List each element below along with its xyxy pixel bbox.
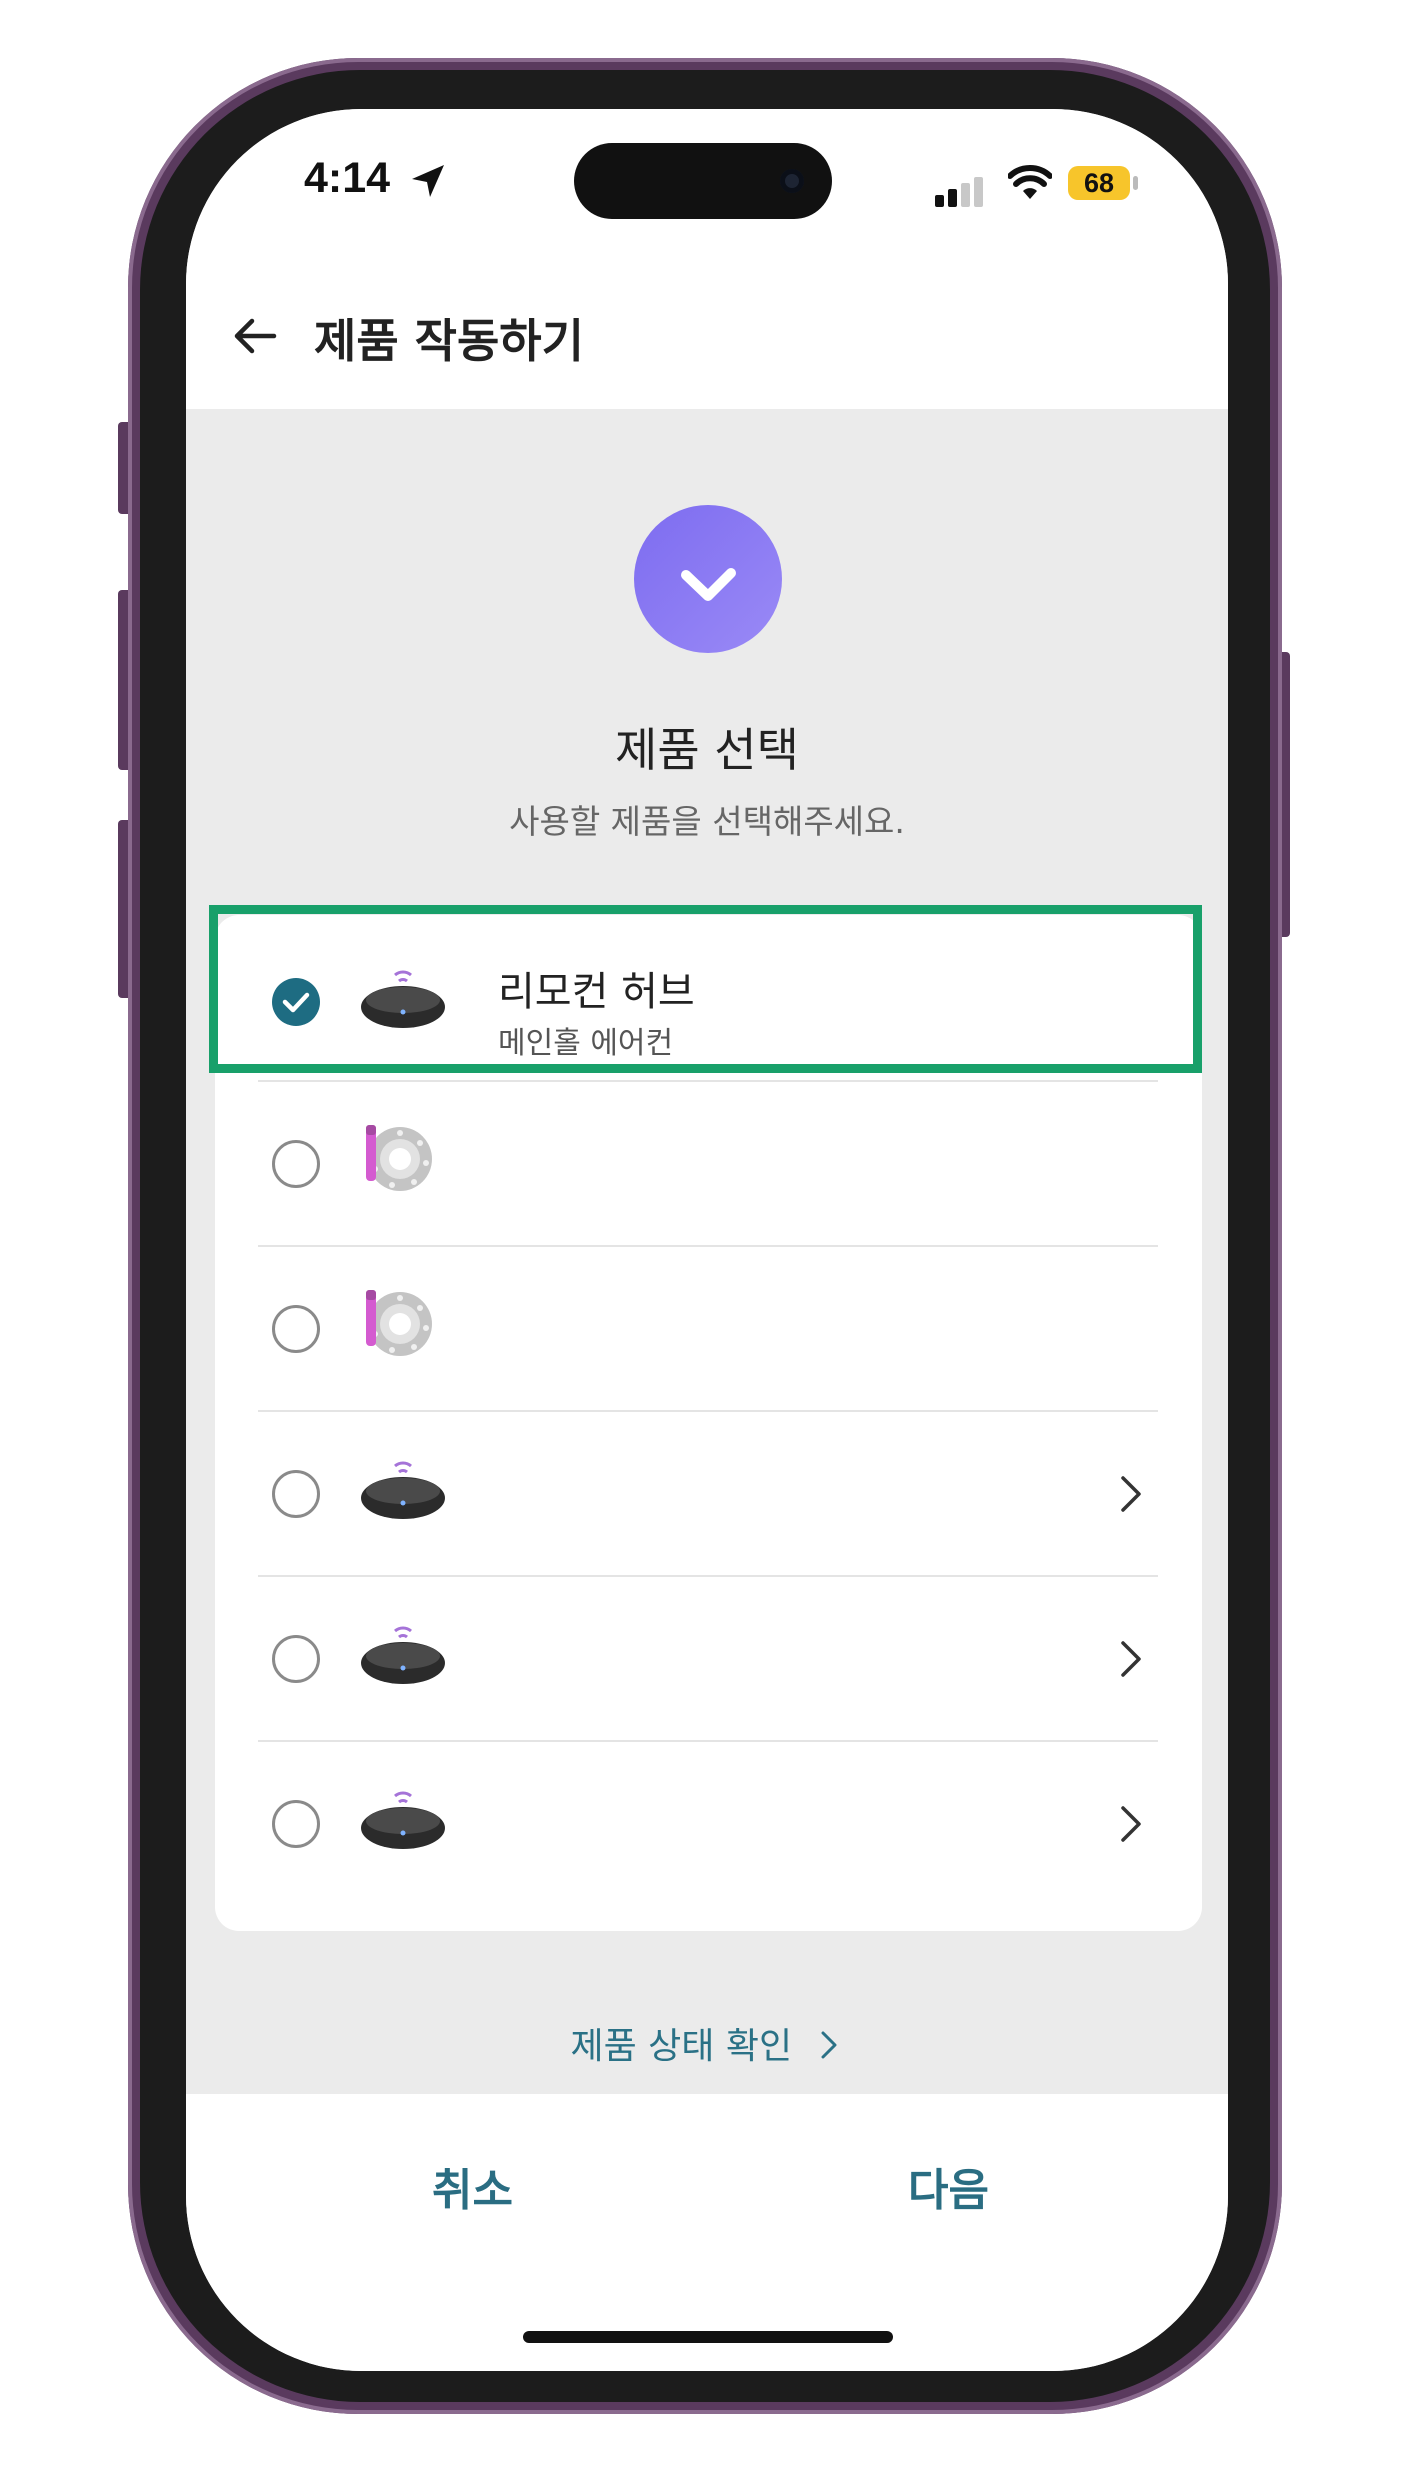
home-indicator-area — [186, 2279, 1228, 2371]
phone-screen: 4:14 68 제품 작동하기 제품 선택 사용할 제품을 선택해주세요. 리모… — [186, 109, 1228, 2371]
remote-hub-icon — [361, 1626, 445, 1684]
check-status-link[interactable]: 제품 상태 확인 — [186, 2017, 1228, 2069]
led-strip-icon — [366, 1125, 432, 1191]
step-check-icon — [634, 505, 782, 653]
radio-unchecked-icon[interactable] — [272, 1470, 320, 1518]
chevron-right-icon — [821, 2031, 837, 2059]
battery-cap — [1133, 176, 1138, 190]
chevron-right-icon[interactable] — [1113, 1472, 1149, 1516]
chevron-right-icon[interactable] — [1113, 1802, 1149, 1846]
cellular-signal-icon — [935, 177, 983, 207]
check-status-label: 제품 상태 확인 — [570, 2026, 793, 2067]
next-button[interactable]: 다음 — [908, 2154, 989, 2218]
camera-icon — [780, 169, 804, 193]
product-row[interactable] — [215, 1742, 1202, 1907]
selection-highlight-box — [209, 905, 1202, 1073]
cancel-button[interactable]: 취소 — [432, 2154, 513, 2218]
remote-hub-icon — [361, 1791, 445, 1849]
home-indicator[interactable] — [523, 2331, 893, 2343]
product-row[interactable] — [215, 1082, 1202, 1247]
radio-unchecked-icon[interactable] — [272, 1140, 320, 1188]
back-arrow-icon[interactable] — [230, 311, 280, 361]
product-row[interactable] — [215, 1577, 1202, 1742]
bottom-action-bar: 취소 다음 — [186, 2094, 1228, 2279]
radio-unchecked-icon[interactable] — [272, 1800, 320, 1848]
chevron-right-icon[interactable] — [1113, 1637, 1149, 1681]
app-header: 4:14 68 제품 작동하기 — [186, 109, 1228, 409]
page-title: 제품 작동하기 — [314, 314, 584, 368]
product-row[interactable] — [215, 1247, 1202, 1412]
wifi-icon — [1008, 165, 1052, 199]
dynamic-island — [574, 143, 832, 219]
status-time: 4:14 — [304, 154, 391, 202]
battery-indicator: 68 — [1068, 166, 1130, 200]
radio-unchecked-icon[interactable] — [272, 1635, 320, 1683]
section-title: 제품 선택 — [615, 723, 799, 777]
remote-hub-icon — [361, 1461, 445, 1519]
location-arrow-icon — [412, 165, 444, 197]
led-strip-icon — [366, 1290, 432, 1356]
radio-unchecked-icon[interactable] — [272, 1305, 320, 1353]
section-subtitle: 사용할 제품을 선택해주세요. — [509, 802, 905, 841]
product-row[interactable] — [215, 1412, 1202, 1577]
